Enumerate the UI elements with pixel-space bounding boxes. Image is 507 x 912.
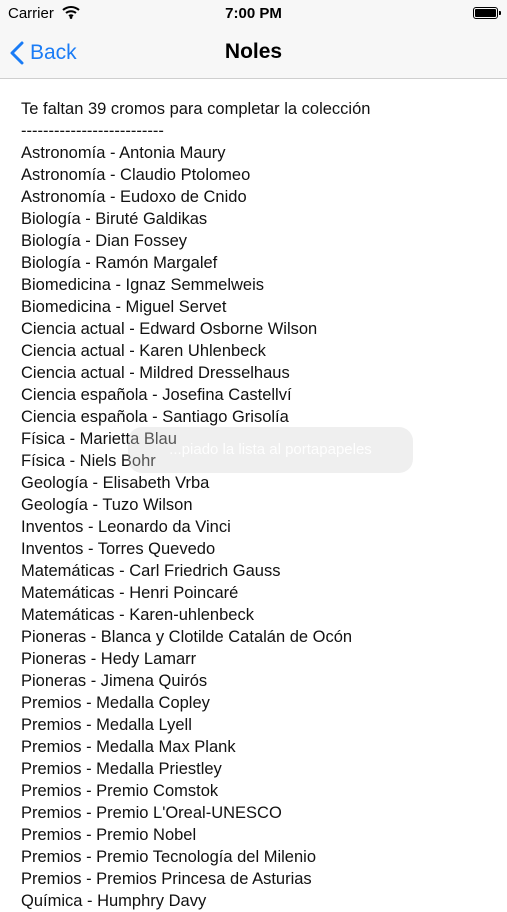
back-button[interactable]: Back — [10, 38, 77, 68]
list-item: Astronomía - Eudoxo de Cnido — [21, 188, 247, 206]
list-item: Astronomía - Claudio Ptolomeo — [21, 166, 251, 184]
list-item: Matemáticas - Henri Poincaré — [21, 584, 239, 602]
list-item: Ciencia actual - Mildred Dresselhaus — [21, 364, 290, 382]
chevron-left-icon — [10, 41, 24, 65]
list-item: Biomedicina - Ignaz Semmelweis — [21, 276, 265, 294]
list-item: Pioneras - Blanca y Clotilde Catalán de … — [21, 628, 353, 646]
status-bar: Carrier 7:00 PM — [0, 0, 507, 28]
list-item: Matemáticas - Karen-uhlenbeck — [21, 606, 254, 624]
copied-toast: ...piado la lista al portapapeles — [128, 427, 413, 473]
list-item: Biología - Dian Fossey — [21, 232, 187, 250]
list-item: Ciencia actual - Edward Osborne Wilson — [21, 320, 318, 338]
list-item: Geología - Elisabeth Vrba — [21, 474, 210, 492]
list-item: Ciencia española - Santiago Grisolía — [21, 408, 289, 426]
list-item: Premios - Premio Nobel — [21, 826, 197, 844]
list-item: Premios - Medalla Max Plank — [21, 738, 236, 756]
list-item: Premios - Premio L'Oreal-UNESCO — [21, 804, 282, 822]
list-item: Biología - Biruté Galdikas — [21, 210, 208, 228]
toast-message: ...piado la lista al portapapeles — [169, 441, 372, 458]
list-item: Matemáticas - Carl Friedrich Gauss — [21, 562, 281, 580]
back-label: Back — [30, 41, 77, 64]
list-item: Premios - Premio Comstok — [21, 782, 219, 800]
list-item: Pioneras - Jimena Quirós — [21, 672, 208, 690]
list-item: Biología - Ramón Margalef — [21, 254, 218, 272]
list-item: Premios - Premios Princesa de Asturias — [21, 870, 312, 888]
clock: 7:00 PM — [225, 5, 282, 22]
list-item: Inventos - Torres Quevedo — [21, 540, 216, 558]
separator-line: -------------------------- — [21, 122, 164, 140]
list-item: Geología - Tuzo Wilson — [21, 496, 193, 514]
list-item: Premios - Medalla Lyell — [21, 716, 192, 734]
list-item: Premios - Premio Tecnología del Milenio — [21, 848, 316, 866]
battery-icon — [473, 7, 501, 19]
list-item: Química - Humphry Davy — [21, 892, 207, 910]
list-item: Astronomía - Antonia Maury — [21, 144, 226, 162]
list-item: Premios - Medalla Priestley — [21, 760, 222, 778]
list-item: Ciencia española - Josefina Castellví — [21, 386, 292, 404]
navigation-bar: Back Noles — [0, 28, 507, 79]
list-item: Pioneras - Hedy Lamarr — [21, 650, 197, 668]
list-item: Inventos - Leonardo da Vinci — [21, 518, 231, 536]
list-item: Biomedicina - Miguel Servet — [21, 298, 227, 316]
list-item: Ciencia actual - Karen Uhlenbeck — [21, 342, 266, 360]
missing-cards-text: Te faltan 39 cromos para completar la co… — [21, 98, 497, 912]
summary-text: Te faltan 39 cromos para completar la co… — [21, 100, 371, 118]
list-item: Premios - Medalla Copley — [21, 694, 210, 712]
